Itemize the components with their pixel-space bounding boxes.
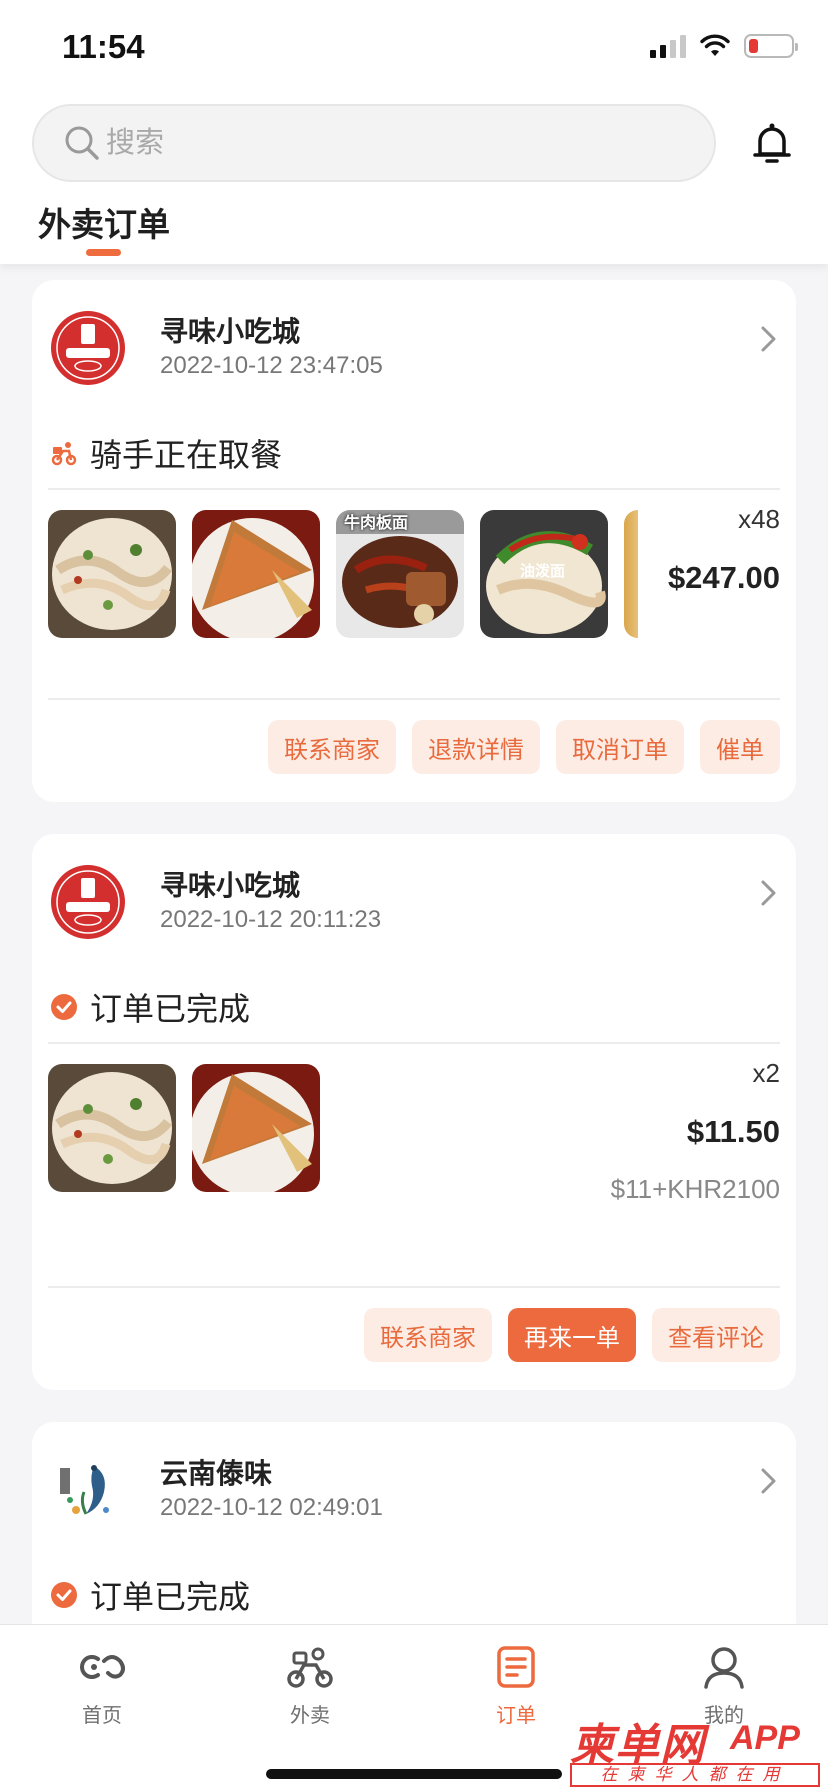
view-review-button[interactable]: 查看评论 [652, 1308, 780, 1362]
orders-icon [497, 1646, 535, 1688]
food-image: 牛肉板面 [336, 510, 464, 638]
reorder-button[interactable]: 再来一单 [508, 1308, 636, 1362]
search-icon [65, 126, 99, 160]
food-image-strip[interactable]: 牛肉板面 油泼面 [48, 510, 638, 638]
bottom-nav: 首页 外卖 订单 我的 柬单网 APP 在柬华人都在用 [0, 1624, 828, 1792]
status-bar: 11:54 [0, 0, 828, 100]
chevron-right-icon[interactable] [756, 324, 780, 354]
order-status-text: 订单已完成 [90, 1579, 251, 1615]
nav-delivery-label: 外卖 [290, 1705, 330, 1727]
nav-home[interactable]: 首页 [42, 1645, 162, 1728]
status-time: 11:54 [62, 28, 145, 65]
watermark-logo: 柬单网 APP 在柬华人都在用 [568, 1709, 824, 1789]
watermark-subtitle: 在柬华人都在用 [570, 1763, 820, 1787]
order-time: 2022-10-12 20:11:23 [160, 906, 382, 933]
food-image: 油泼面 [480, 510, 608, 638]
tab-active-indicator [86, 249, 121, 256]
scooter-icon [287, 1647, 333, 1688]
shop-name: 云南傣味 [160, 1458, 273, 1489]
order-quantity: x2 [752, 1058, 780, 1088]
refund-details-button[interactable]: 退款详情 [412, 720, 540, 774]
food-image-more [624, 510, 638, 638]
urge-order-button[interactable]: 催单 [700, 720, 780, 774]
order-price: $11.50 [686, 1114, 780, 1149]
contact-merchant-button[interactable]: 联系商家 [268, 720, 396, 774]
rider-icon [51, 442, 77, 466]
order-card-header[interactable]: 寻味小吃城 2022-10-12 20:11:23 [50, 864, 780, 944]
shop-name: 寻味小吃城 [160, 870, 301, 901]
order-price: $247.00 [667, 560, 780, 595]
chevron-right-icon[interactable] [756, 878, 780, 908]
profile-icon [704, 1647, 744, 1689]
wifi-icon [700, 34, 730, 56]
order-card[interactable]: 云南傣味 2022-10-12 02:49:01 订单已完成 [32, 1422, 796, 1642]
search-box[interactable] [32, 104, 716, 182]
order-card-header[interactable]: 寻味小吃城 2022-10-12 23:47:05 [50, 310, 780, 390]
order-card[interactable]: 寻味小吃城 2022-10-12 23:47:05 骑手正在取餐 牛肉板面 油泼… [32, 280, 796, 802]
nav-delivery[interactable]: 外卖 [250, 1645, 370, 1728]
order-status: 订单已完成 [50, 1572, 250, 1618]
divider [48, 488, 780, 490]
search-input[interactable] [106, 126, 606, 160]
food-image [192, 1064, 320, 1192]
home-indicator[interactable] [266, 1769, 562, 1779]
shop-name: 寻味小吃城 [160, 316, 301, 347]
check-circle-icon [51, 1582, 77, 1608]
bell-icon[interactable] [748, 120, 796, 168]
shop-logo [51, 865, 125, 939]
order-actions: 联系商家 再来一单 查看评论 [364, 1308, 780, 1362]
divider [48, 1286, 780, 1288]
home-icon [80, 1655, 125, 1679]
order-time: 2022-10-12 02:49:01 [160, 1494, 383, 1521]
order-time: 2022-10-12 23:47:05 [160, 352, 383, 379]
chevron-right-icon[interactable] [756, 1466, 780, 1496]
cellular-signal-icon [650, 34, 686, 58]
order-quantity: x48 [738, 504, 780, 534]
contact-merchant-button[interactable]: 联系商家 [364, 1308, 492, 1362]
shop-logo [51, 1453, 125, 1527]
top-header: 11:54 外卖订单 [0, 0, 828, 264]
tab-delivery-orders[interactable]: 外卖订单 [38, 198, 170, 246]
watermark-app: APP [730, 1719, 800, 1757]
order-status-text: 订单已完成 [90, 991, 251, 1027]
food-caption: 油泼面 [520, 562, 565, 580]
food-image [48, 510, 176, 638]
divider [48, 1042, 780, 1044]
food-image-strip[interactable] [48, 1064, 320, 1192]
order-card[interactable]: 寻味小吃城 2022-10-12 20:11:23 订单已完成 x2 $11.5… [32, 834, 796, 1390]
order-price-breakdown: $11+KHR2100 [610, 1174, 780, 1204]
food-image [48, 1064, 176, 1192]
divider [48, 698, 780, 700]
order-card-header[interactable]: 云南傣味 2022-10-12 02:49:01 [50, 1452, 780, 1532]
shop-logo [51, 311, 125, 385]
food-image [192, 510, 320, 638]
check-circle-icon [51, 994, 77, 1020]
cancel-order-button[interactable]: 取消订单 [556, 720, 684, 774]
status-icons [650, 34, 798, 58]
order-status-text: 骑手正在取餐 [90, 437, 283, 473]
order-actions: 联系商家 退款详情 取消订单 催单 [268, 720, 780, 774]
nav-orders-label: 订单 [496, 1705, 536, 1727]
battery-icon [744, 34, 798, 58]
order-status: 订单已完成 [50, 984, 250, 1030]
order-status: 骑手正在取餐 [50, 430, 282, 476]
food-caption: 牛肉板面 [344, 513, 408, 532]
nav-home-label: 首页 [82, 1705, 122, 1727]
nav-orders[interactable]: 订单 [456, 1645, 576, 1728]
